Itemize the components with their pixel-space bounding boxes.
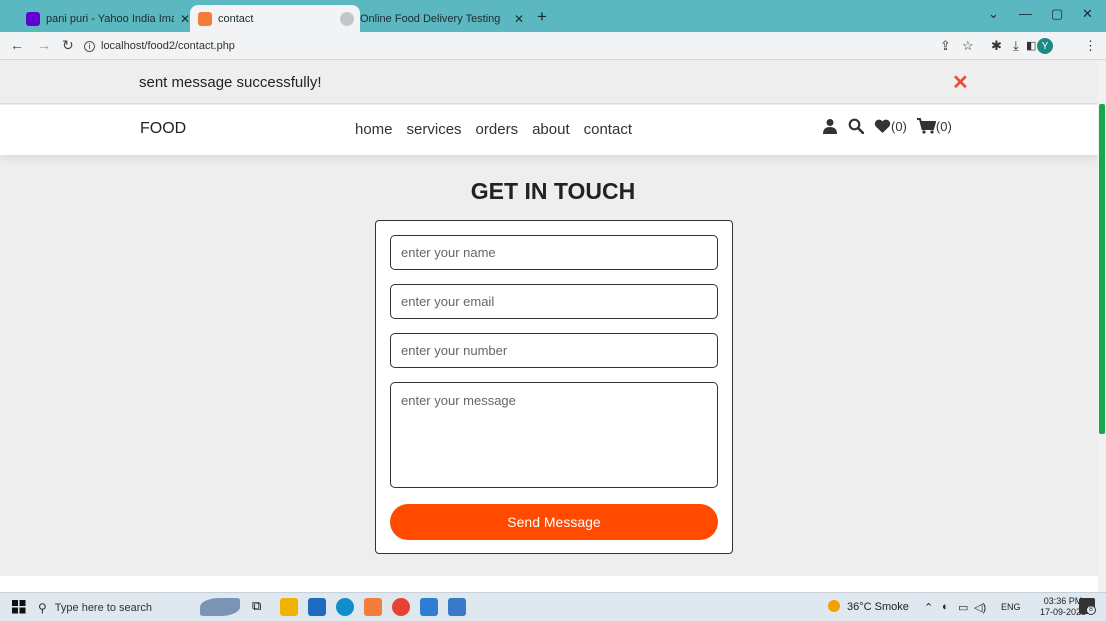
share-icon[interactable]: ⇪: [940, 38, 951, 54]
tab-online-food-delivery[interactable]: Online Food Delivery Testing ✕: [332, 5, 532, 32]
cart-link[interactable]: (0): [916, 118, 952, 134]
mail-icon[interactable]: [308, 598, 326, 616]
nav-home[interactable]: home: [355, 121, 393, 138]
maximize-icon[interactable]: ▢: [1051, 6, 1063, 22]
message-banner: sent message successfully! ✕: [0, 60, 1098, 104]
taskbar-search-placeholder: Type here to search: [54, 601, 153, 614]
cart-count: (0): [935, 118, 952, 134]
tab-close-icon[interactable]: ✕: [514, 12, 524, 26]
back-arrow-icon[interactable]: ←: [10, 37, 24, 53]
page-favicon-icon: [340, 11, 354, 26]
wishlist-count: (0): [891, 118, 907, 134]
side-panel-icon[interactable]: ◧: [1026, 39, 1036, 52]
tab-title: Online Food Delivery Testing: [360, 12, 501, 25]
photos-icon[interactable]: [420, 598, 438, 616]
edge-browser-icon[interactable]: [336, 598, 354, 616]
nav-services[interactable]: services: [407, 121, 462, 138]
menu-kebab-icon[interactable]: ⋮: [1084, 38, 1097, 54]
weather-icon: [826, 598, 842, 617]
cart-icon: [916, 118, 936, 134]
bookmark-star-icon[interactable]: ☆: [962, 38, 974, 54]
notification-count: 8: [1086, 605, 1096, 615]
close-icon[interactable]: ✕: [952, 70, 969, 95]
minimize-icon[interactable]: —: [1019, 6, 1032, 21]
taskbar-search[interactable]: ⚲ Type here to search: [38, 597, 188, 618]
file-explorer-icon[interactable]: [280, 598, 298, 616]
search-icon[interactable]: [848, 118, 864, 134]
new-tab-plus-icon[interactable]: +: [537, 7, 547, 27]
tab-close-icon[interactable]: ✕: [180, 12, 190, 26]
header-icons: (0) (0): [822, 118, 952, 134]
tray-chevron-icon[interactable]: ⌃: [924, 601, 933, 614]
search-icon: ⚲: [38, 600, 47, 615]
tab-search-chevron-icon[interactable]: ⌄: [988, 6, 999, 22]
number-field[interactable]: [390, 333, 718, 368]
os-taskbar: ⚲ Type here to search ⧉ 36°C Smoke ⌃ ◐ ▭…: [0, 592, 1106, 621]
download-icon[interactable]: ⤓: [1013, 38, 1019, 54]
url-text: localhost/food2/contact.php: [101, 40, 235, 52]
chrome-browser-icon[interactable]: [392, 598, 410, 616]
tab-title: contact: [218, 12, 254, 25]
meet-now-icon[interactable]: ◐: [942, 601, 949, 613]
profile-avatar[interactable]: Y: [1037, 38, 1053, 54]
forward-arrow-icon[interactable]: →: [37, 37, 51, 53]
site-info-icon[interactable]: i: [84, 40, 95, 52]
reload-icon[interactable]: ↻: [62, 37, 74, 54]
address-bar[interactable]: i localhost/food2/contact.php: [84, 35, 964, 57]
browser-toolbar: ← → ↻ i localhost/food2/contact.php ⇪ ☆ …: [0, 32, 1106, 60]
windows-start-icon[interactable]: [12, 600, 26, 619]
site-logo[interactable]: FOOD: [140, 120, 186, 138]
browser-tab-strip: pani puri - Yahoo India Image Se ✕ conta…: [0, 0, 1106, 32]
footer-edge: [0, 576, 1098, 592]
name-field[interactable]: [390, 235, 718, 270]
main-nav: home services orders about contact: [355, 121, 632, 138]
success-message: sent message successfully!: [139, 74, 322, 91]
extensions-puzzle-icon[interactable]: ✱: [991, 38, 1002, 54]
task-view-icon[interactable]: ⧉: [252, 598, 270, 616]
send-message-button[interactable]: Send Message: [390, 504, 718, 540]
window-close-icon[interactable]: ✕: [1082, 6, 1093, 22]
site-favicon-icon: [198, 11, 212, 26]
nav-orders[interactable]: orders: [476, 121, 519, 138]
message-field[interactable]: [390, 382, 718, 488]
user-icon[interactable]: [822, 118, 838, 134]
email-field[interactable]: [390, 284, 718, 319]
wishlist-link[interactable]: (0): [874, 119, 907, 134]
volume-icon[interactable]: ◁): [974, 601, 986, 614]
notepad-icon[interactable]: [448, 598, 466, 616]
network-icon[interactable]: ▭: [958, 601, 968, 614]
xampp-icon[interactable]: [364, 598, 382, 616]
language-indicator[interactable]: ENG: [1001, 602, 1021, 612]
nav-contact[interactable]: contact: [584, 121, 632, 138]
tab-title: pani puri - Yahoo India Image Se: [46, 12, 174, 25]
tab-yahoo-image-search[interactable]: pani puri - Yahoo India Image Se ✕: [18, 5, 198, 32]
heart-icon: [874, 119, 891, 134]
yahoo-favicon-icon: [26, 11, 40, 26]
weather-text[interactable]: 36°C Smoke: [847, 601, 909, 613]
page-title: GET IN TOUCH: [470, 178, 636, 204]
stingray-search-graphic-icon[interactable]: [200, 598, 240, 616]
notification-center-icon[interactable]: 8: [1079, 598, 1096, 615]
nav-about[interactable]: about: [532, 121, 570, 138]
page-scrollbar-thumb[interactable]: [1099, 104, 1105, 434]
page-content: sent message successfully! ✕ FOOD home s…: [0, 60, 1098, 592]
contact-form: Send Message: [375, 220, 733, 554]
site-header: FOOD home services orders about contact …: [0, 105, 1098, 155]
